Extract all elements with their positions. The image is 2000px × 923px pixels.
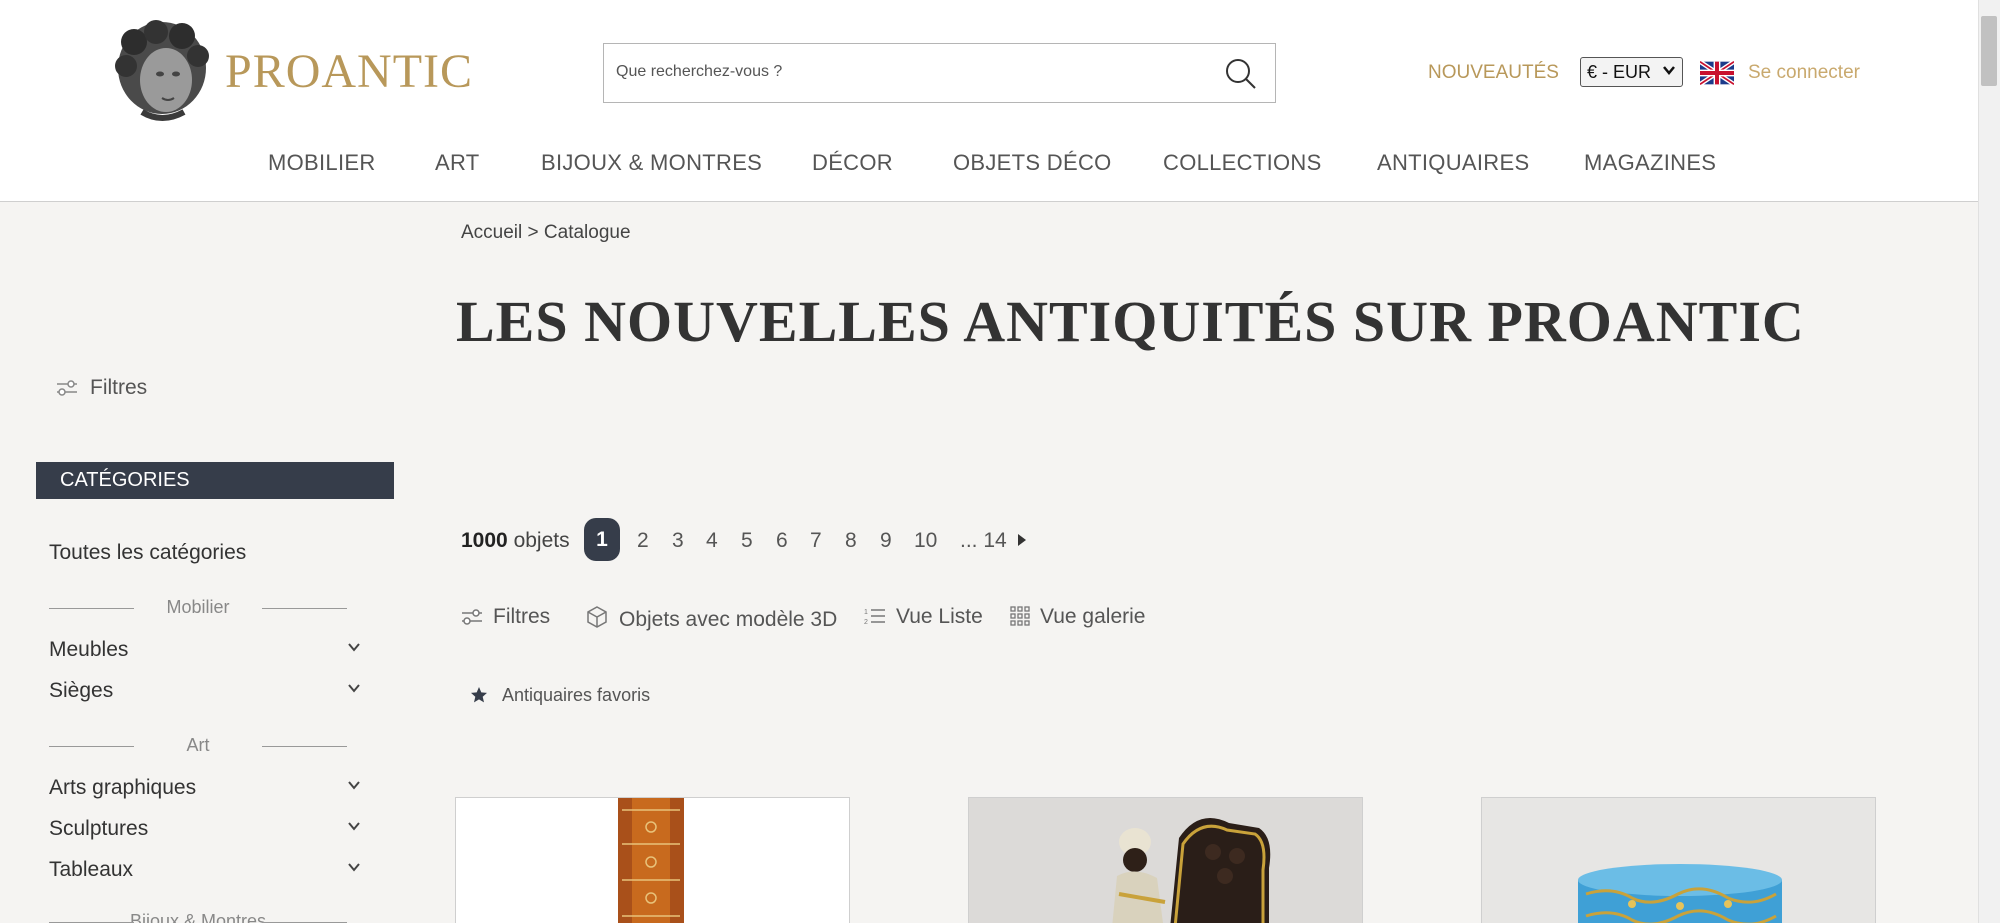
models-3d-label: Objets avec modèle 3D xyxy=(619,608,838,631)
all-categories-link[interactable]: Toutes les catégories xyxy=(49,541,246,565)
breadcrumb-separator: > xyxy=(527,222,539,243)
group-label-art: Art xyxy=(49,735,347,756)
list-view-icon: 1 2 xyxy=(864,609,885,626)
page-link[interactable]: 9 xyxy=(880,529,892,553)
category-item-tableaux[interactable]: Tableaux xyxy=(49,858,361,882)
toolbar-filters-button[interactable]: Filtres xyxy=(461,605,550,629)
category-item-sieges[interactable]: Sièges xyxy=(49,679,361,703)
results-count-number: 1000 xyxy=(461,529,508,552)
product-image[interactable] xyxy=(456,798,850,923)
product-card[interactable] xyxy=(455,797,850,923)
product-card[interactable] xyxy=(1481,797,1876,923)
models-3d-button[interactable]: Objets avec modèle 3D xyxy=(585,605,837,632)
signin-link[interactable]: Se connecter xyxy=(1748,62,1860,84)
sidebar-filters-label: Filtres xyxy=(90,376,148,399)
category-item-arts-graphiques[interactable]: Arts graphiques xyxy=(49,776,361,800)
breadcrumb: Accueil > Catalogue xyxy=(461,222,631,244)
page-current[interactable]: 1 xyxy=(584,518,620,561)
search-box[interactable]: Que recherchez-vous ? xyxy=(603,43,1276,103)
chevron-down-icon[interactable] xyxy=(347,819,361,833)
cube-3d-icon xyxy=(587,606,607,628)
nav-bijoux-montres[interactable]: BIJOUX & MONTRES xyxy=(541,150,762,176)
category-label: Sculptures xyxy=(49,817,149,840)
brand-name[interactable]: PROANTIC xyxy=(225,44,473,99)
site-header: PROANTIC Que recherchez-vous ? NOUVEAUTÉ… xyxy=(0,0,1978,202)
page-title: LES NOUVELLES ANTIQUITÉS SUR PROANTIC xyxy=(456,289,1805,354)
nav-magazines[interactable]: MAGAZINES xyxy=(1584,150,1716,176)
next-page-icon[interactable] xyxy=(1016,531,1028,549)
page-link[interactable]: 7 xyxy=(810,529,822,553)
chevron-down-icon[interactable] xyxy=(347,681,361,695)
results-count-label: objets xyxy=(513,529,570,552)
currency-value: € - EUR xyxy=(1587,62,1652,82)
page-link-last[interactable]: ... 14 xyxy=(960,529,1007,553)
grid-icon xyxy=(1010,606,1030,626)
currency-select[interactable]: € - EUR xyxy=(1580,57,1683,87)
favorite-dealers-button[interactable]: Antiquaires favoris xyxy=(470,685,650,706)
breadcrumb-home[interactable]: Accueil xyxy=(461,222,522,243)
svg-text:2: 2 xyxy=(864,619,868,626)
scrollbar-thumb[interactable] xyxy=(1981,16,1997,86)
page-link[interactable]: 6 xyxy=(776,529,788,553)
gallery-view-button[interactable]: Vue galerie xyxy=(1010,605,1145,629)
list-view-label: Vue Liste xyxy=(896,605,983,628)
favorite-dealers-label: Antiquaires favoris xyxy=(502,685,651,705)
categories-header: CATÉGORIES xyxy=(36,462,394,499)
uk-flag-icon[interactable] xyxy=(1700,60,1734,86)
nav-objets-deco[interactable]: OBJETS DÉCO xyxy=(953,150,1112,176)
category-label: Meubles xyxy=(49,638,129,661)
page-link[interactable]: 8 xyxy=(845,529,857,553)
nouveautes-link[interactable]: NOUVEAUTÉS xyxy=(1428,62,1559,84)
category-label: Sièges xyxy=(49,679,114,702)
sidebar-filters-button[interactable]: Filtres xyxy=(56,376,147,400)
nav-decor[interactable]: DÉCOR xyxy=(812,150,893,176)
page-link[interactable]: 2 xyxy=(637,529,649,553)
chevron-down-icon[interactable] xyxy=(347,640,361,654)
group-label-mobilier: Mobilier xyxy=(49,597,347,618)
category-label: Arts graphiques xyxy=(49,776,197,799)
star-icon xyxy=(471,687,487,703)
gallery-view-label: Vue galerie xyxy=(1040,605,1146,628)
category-item-sculptures[interactable]: Sculptures xyxy=(49,817,361,841)
toolbar-filters-label: Filtres xyxy=(493,605,551,628)
search-icon[interactable] xyxy=(1223,56,1259,92)
page-link[interactable]: 10 xyxy=(914,529,937,553)
page-link[interactable]: 4 xyxy=(706,529,718,553)
product-image[interactable] xyxy=(969,798,1363,923)
nav-antiquaires[interactable]: ANTIQUAIRES xyxy=(1377,150,1529,176)
results-count: 1000 objets xyxy=(461,529,570,553)
category-label: Tableaux xyxy=(49,858,134,881)
chevron-down-icon[interactable] xyxy=(347,778,361,792)
filters-icon xyxy=(57,380,77,396)
nav-art[interactable]: ART xyxy=(435,150,480,176)
chevron-down-icon xyxy=(1663,66,1675,75)
group-label-bijoux-montres: Bijoux & Montres xyxy=(49,911,347,923)
breadcrumb-current: Catalogue xyxy=(543,222,631,243)
product-card[interactable] xyxy=(968,797,1363,923)
logo-head-icon[interactable] xyxy=(112,20,212,122)
page-link[interactable]: 5 xyxy=(741,529,753,553)
page-link[interactable]: 3 xyxy=(672,529,684,553)
chevron-down-icon[interactable] xyxy=(347,860,361,874)
nav-collections[interactable]: COLLECTIONS xyxy=(1163,150,1322,176)
search-input[interactable]: Que recherchez-vous ? xyxy=(616,63,782,81)
svg-text:1: 1 xyxy=(864,609,868,616)
product-image[interactable] xyxy=(1482,798,1876,923)
category-item-meubles[interactable]: Meubles xyxy=(49,638,361,662)
nav-mobilier[interactable]: MOBILIER xyxy=(268,150,376,176)
filters-icon xyxy=(462,609,482,625)
scrollbar-track[interactable] xyxy=(1978,0,2000,923)
list-view-button[interactable]: 1 2 Vue Liste xyxy=(864,605,983,629)
